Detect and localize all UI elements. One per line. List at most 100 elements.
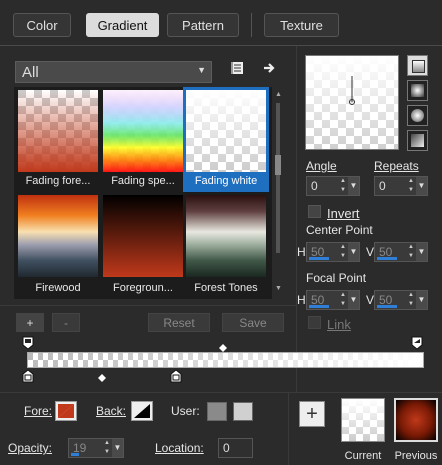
panel-divider — [296, 46, 297, 392]
gradient-thumb-label: Forest Tones — [194, 282, 258, 294]
chevron-down-icon[interactable]: ▼ — [416, 291, 427, 309]
spinner-arrows-icon[interactable]: ▲ ▼ — [338, 243, 348, 261]
fore-label: Fore: — [24, 404, 52, 418]
center-v-field[interactable]: 50 ▲ ▼ ▼ — [374, 242, 428, 262]
add-stop-label: + — [26, 316, 34, 330]
spinner-arrows-icon[interactable]: ▲ ▼ — [406, 291, 416, 309]
center-h-level — [309, 257, 329, 260]
repeats-label: Repeats — [374, 159, 419, 173]
opacity-stop-right[interactable] — [411, 336, 423, 350]
chevron-down-icon[interactable]: ▼ — [416, 243, 427, 261]
spinner-arrows-icon[interactable]: ▲ ▼ — [406, 177, 416, 195]
radial-style-button[interactable] — [407, 105, 428, 126]
color-stop-left[interactable] — [22, 369, 34, 383]
opacity-field[interactable]: 19 ▲ ▼ ▼ — [68, 438, 124, 458]
chevron-down-icon[interactable]: ▼ — [348, 243, 359, 261]
center-v-label: V — [366, 245, 375, 259]
sunburst-style-button[interactable] — [407, 130, 428, 151]
gradient-thumb-fading-white[interactable] — [186, 90, 266, 172]
gradient-thumb-firewood[interactable] — [18, 195, 98, 277]
gradient-thumb-fading-spectrum[interactable] — [103, 90, 183, 172]
gradient-thumb-label: Fading fore... — [25, 175, 91, 187]
tab-gradient[interactable]: Gradient — [86, 13, 159, 37]
focal-h-label: H — [297, 293, 306, 307]
tab-color[interactable]: Color — [13, 13, 71, 37]
category-dropdown[interactable]: All ▼ — [15, 61, 212, 83]
location-label: Location: — [155, 441, 204, 455]
category-value: All — [22, 64, 39, 81]
location-field[interactable]: 0 — [218, 438, 253, 458]
scrollbar-track — [276, 103, 280, 253]
angle-field[interactable]: 0 ▲ ▼ ▼ — [306, 176, 360, 196]
linear-style-button[interactable] — [407, 55, 428, 76]
arrow-right-icon[interactable] — [263, 61, 277, 75]
chevron-down-icon[interactable]: ▼ — [275, 285, 282, 292]
current-gradient-swatch[interactable] — [341, 398, 385, 442]
spinner-arrows-icon[interactable]: ▲ ▼ — [406, 243, 416, 261]
chevron-down-icon[interactable]: ▼ — [348, 177, 359, 195]
back-swatch[interactable] — [131, 401, 153, 421]
gradient-thumb-foreground[interactable] — [103, 195, 183, 277]
gradient-thumb-label: Firewood — [35, 282, 81, 294]
opacity-midpoint-diamond[interactable] — [219, 341, 227, 352]
gallery-divider — [0, 305, 296, 306]
remove-stop-label: - — [64, 316, 68, 330]
chevron-down-icon[interactable]: ▼ — [112, 439, 123, 457]
scrollbar-thumb[interactable] — [275, 155, 281, 175]
color-midpoint-diamond[interactable] — [98, 371, 106, 382]
focal-point-label: Focal Point — [306, 271, 367, 285]
gallery-scrollbar[interactable]: ▲ ▼ — [273, 87, 283, 299]
gradient-thumb-forest-tones[interactable] — [186, 195, 266, 277]
gradient-gallery: Fading fore... Fading spe... Fading whit… — [14, 87, 272, 299]
add-stop-button[interactable]: + — [16, 313, 44, 332]
gradient-thumb-label: Foregroun... — [113, 282, 173, 294]
chevron-down-icon[interactable]: ▼ — [348, 291, 359, 309]
link-label: Link — [327, 317, 351, 332]
library-menu-icon[interactable] — [229, 60, 245, 76]
reset-label: Reset — [163, 316, 195, 330]
spinner-arrows-icon[interactable]: ▲ ▼ — [102, 439, 112, 457]
link-checkbox[interactable] — [308, 316, 321, 329]
invert-checkbox[interactable] — [308, 205, 321, 218]
user-label: User: — [171, 404, 200, 418]
previous-label: Previous — [394, 450, 438, 462]
bottom-divider — [0, 392, 442, 393]
tab-pattern-label: Pattern — [182, 18, 224, 33]
gradient-preview[interactable] — [305, 55, 399, 150]
chevron-up-icon[interactable]: ▲ — [275, 91, 282, 98]
focal-h-field[interactable]: 50 ▲ ▼ ▼ — [306, 290, 360, 310]
rectangular-style-button[interactable] — [407, 80, 428, 101]
tab-divider — [251, 13, 252, 37]
spinner-arrows-icon[interactable]: ▲ ▼ — [338, 291, 348, 309]
gradient-thumb-label: Fading white — [194, 175, 258, 187]
tab-pattern[interactable]: Pattern — [167, 13, 239, 37]
center-point-label: Center Point — [306, 223, 373, 237]
focal-h-level — [309, 305, 329, 308]
center-h-label: H — [297, 245, 306, 259]
focal-v-field[interactable]: 50 ▲ ▼ ▼ — [374, 290, 428, 310]
gradient-thumb-fading-foreground[interactable] — [18, 90, 98, 172]
add-to-library-button[interactable]: + — [299, 401, 325, 427]
user-swatch-1[interactable] — [207, 402, 227, 421]
chevron-down-icon[interactable]: ▼ — [416, 177, 427, 195]
chevron-down-icon: ▼ — [197, 65, 206, 75]
remove-stop-button[interactable]: - — [52, 313, 80, 332]
tab-texture-label: Texture — [280, 18, 323, 33]
location-label-text: Location: — [155, 441, 204, 455]
location-value: 0 — [223, 441, 230, 455]
opacity-stop-left[interactable] — [22, 336, 34, 350]
reset-button[interactable]: Reset — [148, 313, 210, 332]
previous-gradient-swatch[interactable] — [394, 398, 438, 442]
tabs-divider — [0, 45, 442, 46]
center-h-field[interactable]: 50 ▲ ▼ ▼ — [306, 242, 360, 262]
repeats-field[interactable]: 0 ▲ ▼ ▼ — [374, 176, 428, 196]
gradient-strip[interactable] — [27, 352, 424, 368]
user-swatch-2[interactable] — [233, 402, 253, 421]
angle-label: Angle — [306, 159, 337, 173]
save-button[interactable]: Save — [222, 313, 284, 332]
tab-texture[interactable]: Texture — [264, 13, 339, 37]
repeats-value: 0 — [379, 179, 386, 193]
fore-swatch[interactable] — [55, 401, 77, 421]
color-stop-right[interactable] — [170, 369, 182, 383]
spinner-arrows-icon[interactable]: ▲ ▼ — [338, 177, 348, 195]
